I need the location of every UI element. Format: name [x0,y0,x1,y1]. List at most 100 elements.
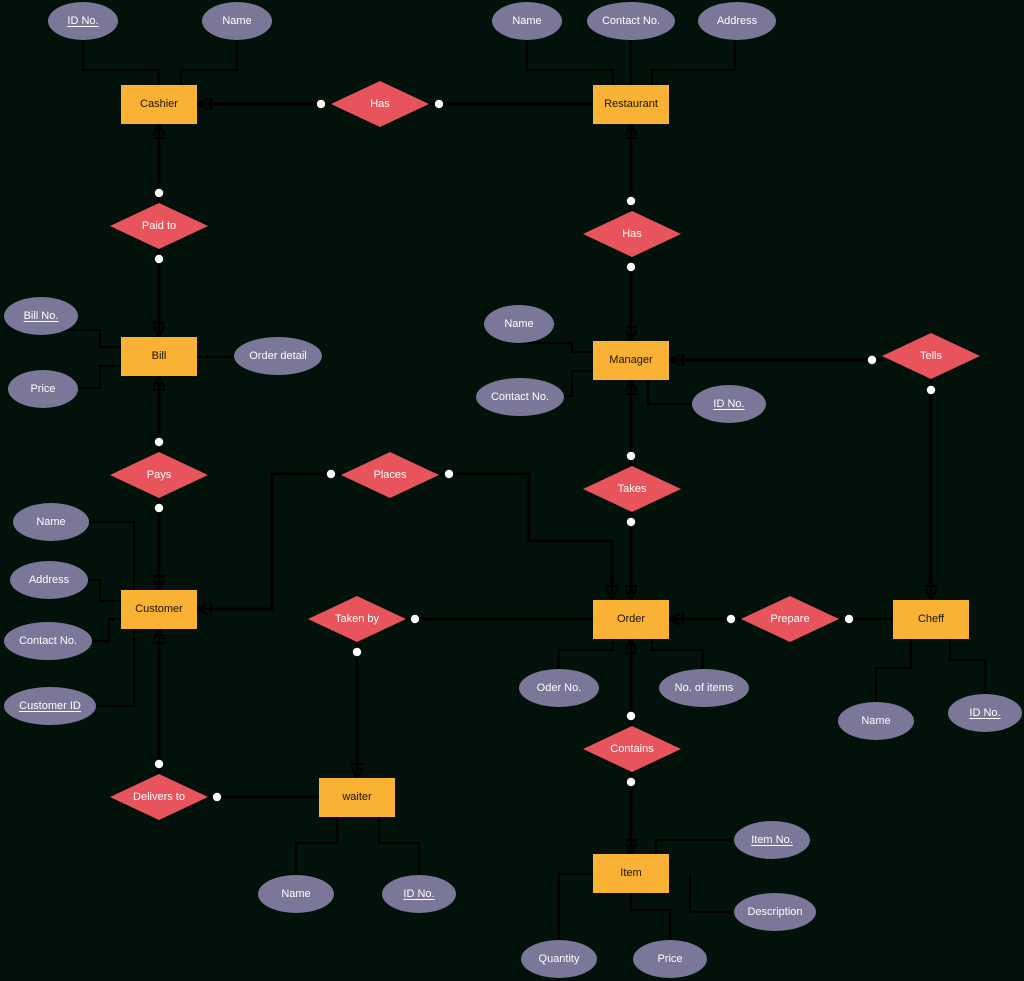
attribute-label: Item No. [751,833,793,846]
diamond-shape [110,774,208,820]
connector-dot [154,759,164,769]
diamond-shape [341,452,439,498]
entity-label: Restaurant [604,98,658,111]
entity-customer[interactable]: Customer [121,590,197,629]
entity-waiter[interactable]: waiter [319,778,395,817]
attribute-item-description[interactable]: Description [734,893,816,931]
entity-label: Item [620,867,642,880]
attribute-restaurant-contact[interactable]: Contact No. [587,2,675,40]
relationship-pays[interactable]: Pays [110,452,208,498]
relationship-prepare[interactable]: Prepare [741,596,839,642]
link-restaurant-name [525,40,615,85]
attribute-bill-order-detail[interactable]: Order detail [234,337,322,375]
attribute-item-price[interactable]: Price [633,940,707,978]
attribute-label: Name [512,14,542,27]
link-customer-contact [92,617,121,643]
attribute-bill-no[interactable]: Bill No. [4,297,78,335]
connector-dot [326,469,336,479]
attribute-cheff-name[interactable]: Name [838,702,914,740]
attribute-restaurant-name[interactable]: Name [492,2,562,40]
attribute-label: ID No. [67,14,99,27]
attribute-label: ID No. [403,887,435,900]
entity-manager[interactable]: Manager [593,341,669,380]
relationship-places[interactable]: Places [341,452,439,498]
entity-item[interactable]: Item [593,854,669,893]
attribute-cashier-id-no[interactable]: ID No. [48,2,118,40]
entity-cheff[interactable]: Cheff [893,600,969,639]
diamond-shape [110,203,208,249]
diamond-shape [882,333,980,379]
relationship-paid-to[interactable]: Paid to [110,203,208,249]
diamond-shape [308,596,406,642]
connector-dot [626,711,636,721]
entity-label: Cashier [140,98,178,111]
attribute-label: Contact No. [18,634,78,647]
attribute-manager-name[interactable]: Name [484,305,554,343]
connector-dot [626,777,636,787]
attribute-cheff-id-no[interactable]: ID No. [948,694,1022,732]
connector-dot [352,647,362,657]
attribute-label: Order detail [249,349,307,362]
diamond-shape [741,596,839,642]
er-diagram-canvas: Cashier Restaurant Bill Manager Customer Orde… [0,0,1024,981]
attribute-manager-contact[interactable]: Contact No. [476,378,564,416]
link-cheff-id [948,639,987,694]
entity-restaurant[interactable]: Restaurant [593,85,669,124]
connector-dot [434,99,444,109]
attribute-item-quantity[interactable]: Quantity [521,940,597,978]
attribute-label: Address [28,573,70,586]
attribute-label: Name [861,714,891,727]
connector-dot [316,99,326,109]
attribute-label: Description [747,905,803,918]
relationship-has-restaurant-manager[interactable]: Has [583,211,681,257]
attribute-waiter-id-no[interactable]: ID No. [382,875,456,913]
attribute-waiter-name[interactable]: Name [258,875,334,913]
connector-dot [626,517,636,527]
connector-dot [867,355,877,365]
connector-dot [154,188,164,198]
link-waiter-id [377,817,421,875]
relationship-taken-by[interactable]: Taken by [308,596,406,642]
connector-dot [154,503,164,513]
attribute-manager-id-no[interactable]: ID No. [692,385,766,423]
diamond-shape [331,81,429,127]
attribute-order-items[interactable]: No. of items [659,669,749,707]
attribute-label: Price [657,952,683,965]
entity-cashier[interactable]: Cashier [121,85,197,124]
link-manager-name [519,341,593,354]
relationship-tells[interactable]: Tells [882,333,980,379]
link-cashier-id [81,40,161,85]
attribute-customer-address[interactable]: Address [10,561,88,599]
connector-dot [626,262,636,272]
attribute-label: Contact No. [490,390,550,403]
entity-order[interactable]: Order [593,600,669,639]
entity-label: Order [616,613,646,626]
relationship-contains[interactable]: Contains [583,726,681,772]
attribute-label: ID No. [969,706,1001,719]
attribute-label: Bill No. [23,309,59,322]
attribute-customer-contact[interactable]: Contact No. [4,622,92,660]
link-customer-address [88,578,121,603]
line-customer-places [197,472,341,611]
attribute-customer-name[interactable]: Name [13,503,89,541]
attribute-item-no[interactable]: Item No. [734,821,810,859]
attribute-label: Address [716,14,758,27]
relationship-has-cashier-restaurant[interactable]: Has [331,81,429,127]
attribute-order-no[interactable]: Oder No. [519,669,599,707]
attribute-label: Price [30,382,56,395]
attribute-bill-price[interactable]: Price [8,370,78,408]
connector-dot [626,451,636,461]
attribute-label: ID No. [713,397,745,410]
relationship-delivers-to[interactable]: Delivers to [110,774,208,820]
link-item-no [654,838,734,854]
attribute-restaurant-address[interactable]: Address [698,2,776,40]
attribute-customer-id[interactable]: Customer ID [4,687,96,725]
attribute-cashier-name[interactable]: Name [202,2,272,40]
attribute-label: No. of items [674,681,734,694]
entity-label: Cheff [917,613,945,626]
entity-bill[interactable]: Bill [121,337,197,376]
link-item-description [688,874,734,914]
relationship-takes[interactable]: Takes [583,466,681,512]
connector-dot [844,614,854,624]
connector-dot [212,792,222,802]
